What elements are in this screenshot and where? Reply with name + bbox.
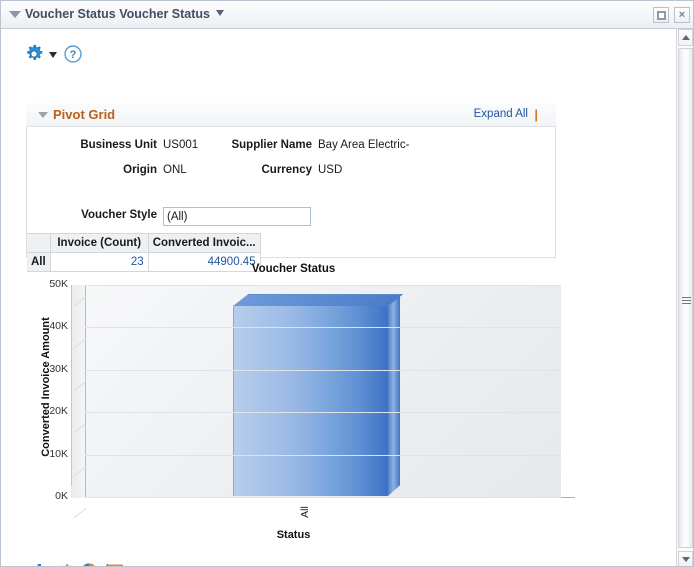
chart-gridline — [85, 369, 561, 371]
chart-y-axis-front-line — [71, 285, 72, 486]
header-separator: | — [534, 107, 538, 122]
window-title-dropdown-icon[interactable] — [216, 10, 224, 16]
pie-chart-icon — [83, 563, 95, 566]
chart-bar-side-face — [388, 295, 400, 496]
pivot-grid-collapse-icon[interactable] — [38, 112, 48, 118]
chart-bar-top-face — [233, 294, 404, 306]
pivot-grid-header: Pivot Grid Expand All | — [26, 103, 556, 127]
window-content: ? Pivot Grid Expand All | Business Unit … — [1, 29, 693, 566]
bar-chart-icon — [37, 564, 41, 566]
window-title: Voucher Status Voucher Status — [25, 7, 210, 21]
scroll-up-button[interactable] — [678, 29, 693, 46]
window-collapse-icon[interactable] — [9, 11, 21, 18]
chart-gridline — [85, 327, 561, 329]
chart-gridline — [85, 497, 561, 498]
scrollbar-grip-icon — [682, 297, 691, 304]
chart-title: Voucher Status — [251, 263, 336, 275]
svg-text:?: ? — [70, 49, 77, 61]
table-corner-cell — [27, 233, 51, 253]
currency-label: Currency — [261, 164, 313, 176]
scrollbar-thumb[interactable] — [678, 48, 693, 548]
chart-x-axis-label: Status — [276, 529, 311, 541]
voucher-status-window: Voucher Status Voucher Status × ? Pivot … — [0, 0, 694, 567]
chart-y-tick-40K: 40K — [49, 320, 68, 333]
gear-icon — [27, 44, 43, 60]
scroll-down-button[interactable] — [678, 551, 693, 566]
pivot-grid-title: Pivot Grid — [53, 107, 116, 122]
column-header-converted-invoice[interactable]: Converted Invoic... — [147, 233, 261, 253]
close-icon: × — [678, 8, 686, 21]
line-chart-icon — [62, 563, 71, 566]
gear-dropdown-icon[interactable] — [49, 52, 57, 58]
bar-chart-button[interactable] — [27, 561, 47, 566]
chart-y-tick-20K: 20K — [49, 405, 68, 418]
horizontal-bar-chart-icon — [106, 564, 123, 566]
help-icon: ? — [64, 45, 82, 63]
line-chart-button[interactable] — [53, 561, 73, 566]
maximize-button[interactable] — [653, 7, 669, 23]
window-title-bar: Voucher Status Voucher Status × — [1, 1, 693, 29]
column-header-invoice-count[interactable]: Invoice (Count) — [49, 233, 149, 253]
help-button[interactable]: ? — [63, 44, 83, 64]
chart-gridline — [85, 412, 561, 414]
supplier-name-value: Bay Area Electric- — [318, 139, 410, 151]
triangle-down-icon — [681, 557, 690, 562]
chart-y-tick-10K: 10K — [49, 447, 68, 460]
chart-y-tick-30K: 30K — [49, 362, 68, 375]
origin-value: ONL — [163, 164, 187, 176]
business-unit-label: Business Unit — [80, 139, 157, 151]
voucher-style-label: Voucher Style — [81, 209, 157, 221]
chart-y-axis-ticks: 0K 10K 20K 30K 40K 50K — [26, 261, 68, 551]
chart-gridline-side — [73, 508, 87, 519]
table-header-row: Invoice (Count) Converted Invoic... — [27, 233, 261, 253]
chart-y-tick-0K: 0K — [55, 490, 68, 502]
voucher-style-input[interactable] — [163, 207, 311, 226]
chart-gridline — [85, 285, 561, 286]
origin-label: Origin — [123, 164, 157, 176]
chart-bar-front-face — [233, 306, 388, 496]
pivot-grid-panel: Pivot Grid Expand All | Business Unit US… — [26, 103, 556, 272]
expand-all-link[interactable]: Expand All — [474, 108, 528, 120]
horizontal-bar-chart-button[interactable] — [105, 561, 125, 566]
chart-y-tick-50K: 50K — [49, 278, 68, 290]
chart-gridline — [85, 454, 561, 456]
vertical-scrollbar[interactable] — [676, 29, 693, 566]
voucher-status-chart: Voucher Status Converted Invoice Amount … — [26, 261, 575, 551]
pie-chart-button[interactable] — [79, 561, 99, 566]
maximize-icon — [656, 10, 666, 20]
chart-bar-all[interactable] — [233, 285, 404, 497]
chart-plot-area — [71, 285, 575, 519]
close-button[interactable]: × — [674, 7, 690, 23]
chart-category-label-all: All — [298, 506, 311, 518]
triangle-up-icon — [681, 35, 690, 40]
gear-button[interactable] — [23, 43, 45, 65]
business-unit-value: US001 — [163, 139, 199, 151]
supplier-name-label: Supplier Name — [231, 139, 312, 151]
currency-value: USD — [318, 164, 343, 176]
pivot-grid-body: Business Unit US001 Supplier Name Bay Ar… — [26, 127, 556, 272]
